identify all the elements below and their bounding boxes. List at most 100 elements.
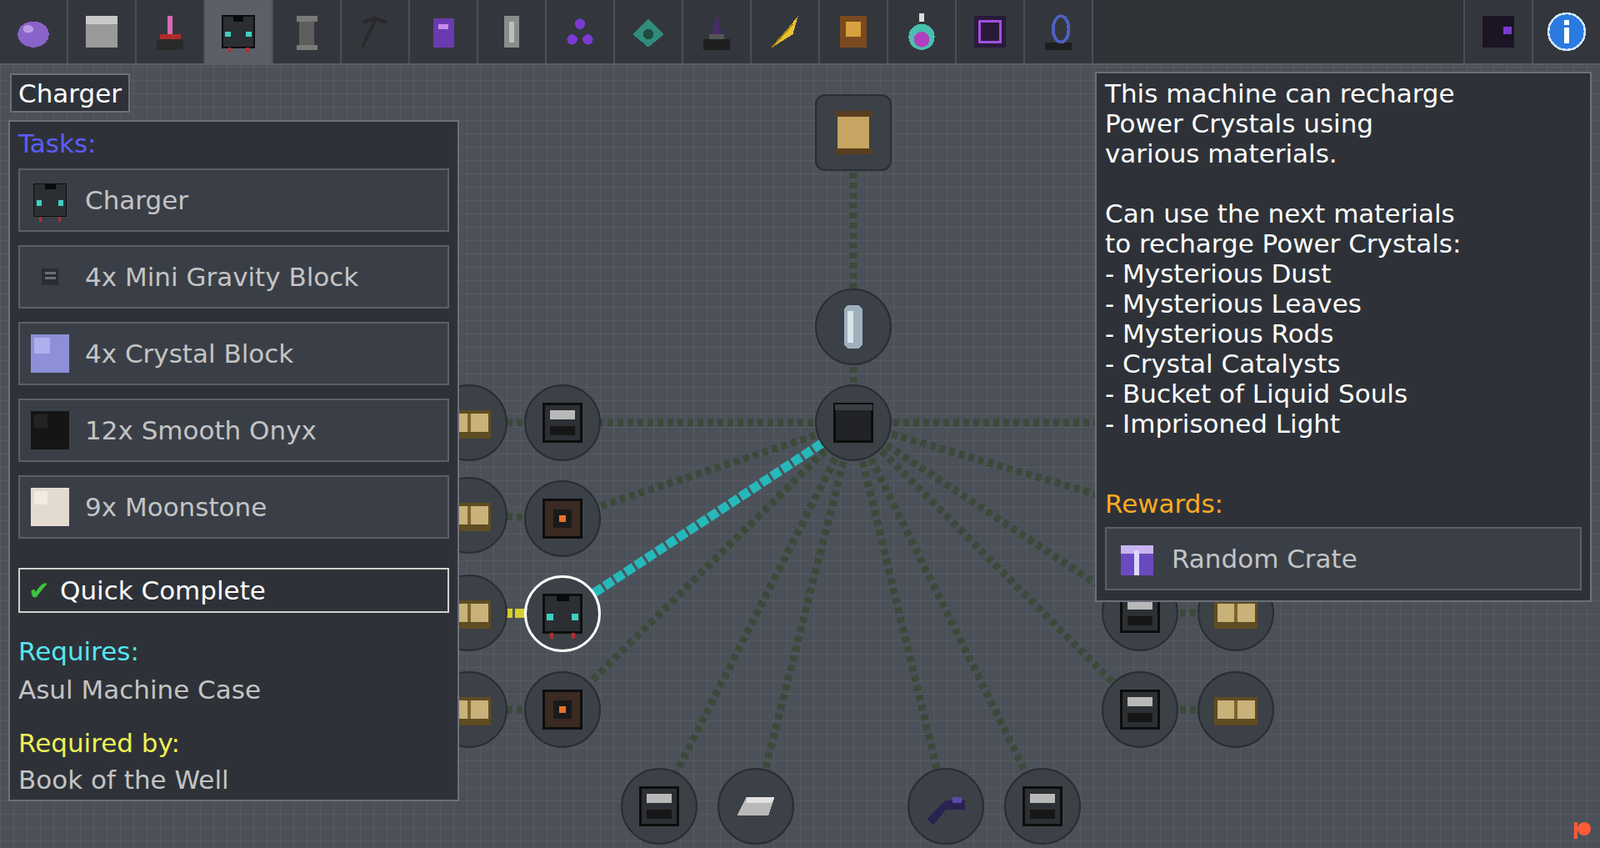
ring-icon [1037, 10, 1080, 53]
info-button[interactable] [1531, 0, 1600, 64]
quest-node[interactable] [1004, 767, 1081, 845]
chapter-tab[interactable] [546, 0, 615, 64]
chapter-tab[interactable] [683, 0, 752, 64]
gravity-icon [28, 255, 72, 299]
chapter-tab[interactable] [1025, 0, 1094, 64]
chapter-tab[interactable] [341, 0, 410, 64]
quest-node[interactable] [524, 384, 601, 461]
quest-node[interactable] [815, 384, 892, 461]
task-label: 9x Moonstone [85, 491, 267, 522]
quest-node[interactable] [907, 767, 985, 845]
chapter-tab[interactable] [751, 0, 820, 64]
pedestal-icon [149, 10, 191, 53]
crate-icon [1115, 536, 1159, 580]
description-line: various materials. [1105, 138, 1582, 169]
machine-icon [1017, 780, 1068, 831]
machine-icon [634, 780, 685, 831]
tool-icon [920, 780, 971, 831]
chapter-tab[interactable] [888, 0, 957, 64]
description-panel: This machine can rechargePower Crystals … [1095, 71, 1592, 602]
chapter-tab[interactable] [0, 0, 69, 64]
task-label: Charger [85, 185, 189, 215]
quest-node[interactable] [524, 670, 601, 748]
reward-label: Random Crate [1171, 543, 1358, 574]
description-line: - Crystal Catalysts [1105, 348, 1582, 379]
vial-icon [828, 301, 879, 352]
teal-icon [627, 10, 670, 53]
task-row[interactable]: 4x Mini Gravity Block [18, 245, 450, 309]
onyx-icon [28, 408, 72, 452]
scroll-icon [828, 107, 879, 158]
quick-complete-label: Quick Complete [60, 575, 266, 605]
machine-icon [537, 397, 588, 448]
task-row[interactable]: 9x Moonstone [18, 475, 450, 539]
quest-node[interactable] [620, 767, 698, 845]
potion-icon [900, 10, 943, 53]
reward-row[interactable]: Random Crate [1105, 526, 1582, 590]
chapter-tab[interactable] [478, 0, 547, 64]
quest-node[interactable] [1197, 670, 1275, 748]
required-by-value: Book of the Well [18, 764, 450, 795]
machine-icon [1115, 684, 1165, 735]
crystal-icon [28, 331, 72, 375]
chapter-tab[interactable] [68, 0, 137, 64]
gem-icon [12, 10, 55, 53]
furnace-icon [537, 493, 588, 544]
rewards-heading: Rewards: [1105, 488, 1582, 519]
quest-title: Charger [18, 78, 122, 109]
pickaxe-icon [354, 10, 396, 53]
chapter-tab[interactable] [820, 0, 889, 64]
moonstone-icon [28, 485, 72, 529]
description-line: Can use the next materials [1105, 198, 1582, 229]
required-by-heading: Required by: [18, 727, 450, 758]
quest-title-box: Charger [10, 73, 130, 113]
charger-icon [537, 588, 588, 639]
collection-button[interactable] [1463, 0, 1532, 64]
quest-node[interactable] [815, 94, 892, 171]
description-paragraph: Can use the next materialsto recharge Po… [1105, 198, 1582, 439]
task-label: 12x Smooth Onyx [85, 415, 317, 445]
tasks-heading: Tasks: [18, 128, 450, 159]
book-icon [1210, 684, 1261, 735]
feather-icon [764, 10, 806, 53]
void-block-icon [1477, 10, 1520, 53]
chapter-tab[interactable] [956, 0, 1025, 64]
pillar-icon [285, 10, 328, 53]
description-paragraph: This machine can rechargePower Crystals … [1105, 78, 1582, 169]
description-line: - Mysterious Rods [1105, 318, 1582, 349]
task-row[interactable]: 4x Crystal Block [18, 321, 450, 385]
patreon-icon[interactable] [1571, 819, 1594, 841]
quest-node[interactable] [524, 575, 601, 652]
quest-node[interactable] [524, 480, 601, 557]
description-line: Power Crystals using [1105, 108, 1582, 139]
task-label: 4x Mini Gravity Block [85, 261, 359, 292]
quest-node[interactable] [1101, 670, 1179, 748]
chapter-tab[interactable] [273, 0, 342, 64]
block-icon [828, 397, 879, 448]
quest-node[interactable] [717, 767, 795, 845]
grey-icon [80, 10, 123, 53]
chapter-toolbar [0, 0, 1600, 65]
altar-icon [695, 10, 738, 53]
panel-icon [490, 10, 533, 53]
quick-complete-button[interactable]: ✔ Quick Complete [18, 567, 450, 613]
task-list: Charger 4x Mini Gravity Block 4x Crystal B… [18, 168, 450, 539]
charger-icon [28, 178, 72, 222]
check-icon: ✔ [28, 575, 50, 605]
ingot-icon [730, 780, 781, 831]
description-line: - Mysterious Leaves [1105, 288, 1582, 319]
chapter-tab[interactable] [615, 0, 684, 64]
task-row[interactable]: Charger [18, 168, 450, 232]
drops-icon [559, 10, 601, 53]
chapter-tab[interactable] [205, 0, 274, 64]
requires-value: Asul Machine Case [18, 674, 450, 705]
task-label: 4x Crystal Block [85, 338, 294, 369]
task-panel: Tasks: Charger 4x Mini Gravity Block 4x Cry… [8, 120, 460, 801]
chapter-tab[interactable] [136, 0, 205, 64]
chapter-tab[interactable] [410, 0, 479, 64]
description-line: to recharge Power Crystals: [1105, 228, 1582, 259]
bookicon-icon [832, 10, 875, 53]
quest-node[interactable] [815, 288, 892, 365]
task-row[interactable]: 12x Smooth Onyx [18, 398, 450, 462]
description-line: - Imprisoned Light [1105, 408, 1582, 439]
